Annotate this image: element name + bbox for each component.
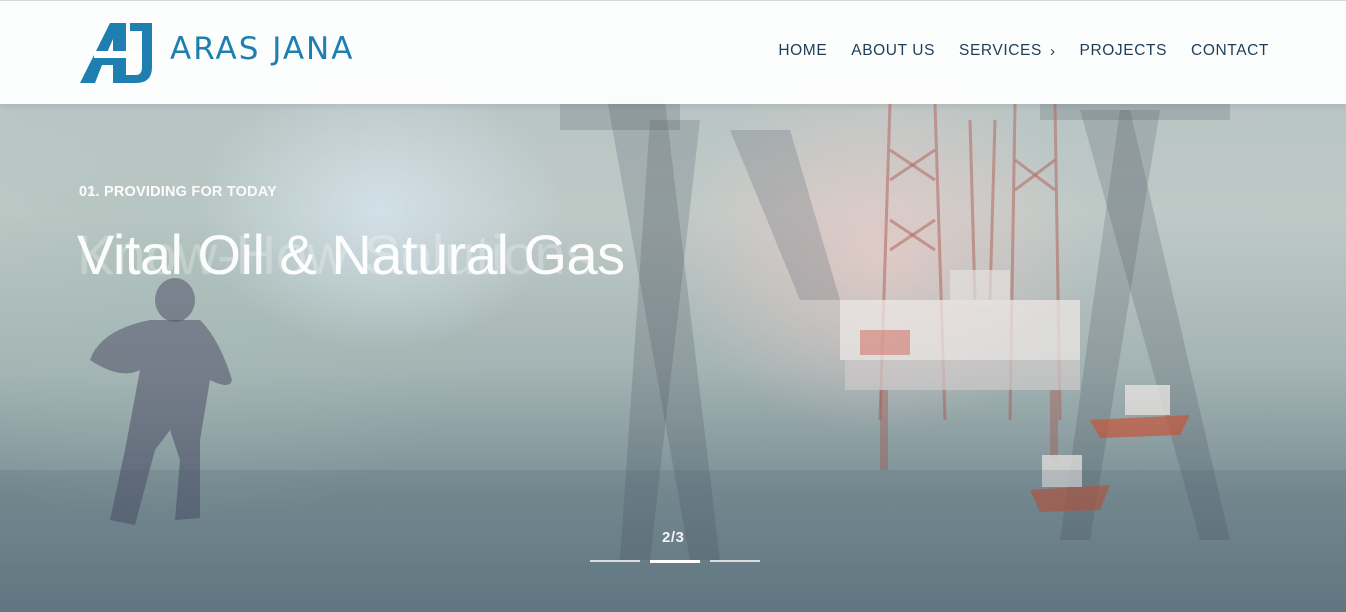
chevron-right-icon: › bbox=[1049, 42, 1056, 60]
slide-dot-2[interactable] bbox=[650, 560, 700, 563]
aj-logo-icon bbox=[80, 23, 154, 83]
slide-dot-3[interactable] bbox=[710, 560, 760, 562]
nav-services[interactable]: SERVICES › bbox=[959, 42, 1056, 60]
site-header: ARAS JANA HOME ABOUT US SERVICES › PROJE… bbox=[0, 0, 1346, 104]
slide-headline: Vital Oil & Natural Gas bbox=[77, 223, 625, 286]
nav-home[interactable]: HOME bbox=[778, 42, 827, 60]
slide-kicker: 01. PROVIDING FOR TODAY bbox=[79, 184, 277, 200]
main-nav: HOME ABOUT US SERVICES › PROJECTS CONTAC… bbox=[754, 42, 1269, 60]
nav-contact[interactable]: CONTACT bbox=[1191, 42, 1269, 60]
nav-home-label: HOME bbox=[778, 42, 828, 59]
nav-projects[interactable]: PROJECTS bbox=[1080, 42, 1167, 60]
slide-pagination bbox=[590, 560, 770, 563]
slide-dot-1[interactable] bbox=[590, 560, 640, 562]
nav-services-label: SERVICES bbox=[959, 42, 1042, 59]
slide-counter: 2/3 bbox=[662, 529, 685, 546]
brand-logo[interactable]: ARAS JANA bbox=[80, 21, 352, 85]
nav-projects-label: PROJECTS bbox=[1079, 42, 1168, 59]
nav-about-us[interactable]: ABOUT US bbox=[851, 42, 935, 60]
nav-contact-label: CONTACT bbox=[1191, 42, 1269, 59]
brand-name: ARAS JANA bbox=[170, 31, 355, 67]
nav-about-us-label: ABOUT US bbox=[851, 42, 936, 59]
